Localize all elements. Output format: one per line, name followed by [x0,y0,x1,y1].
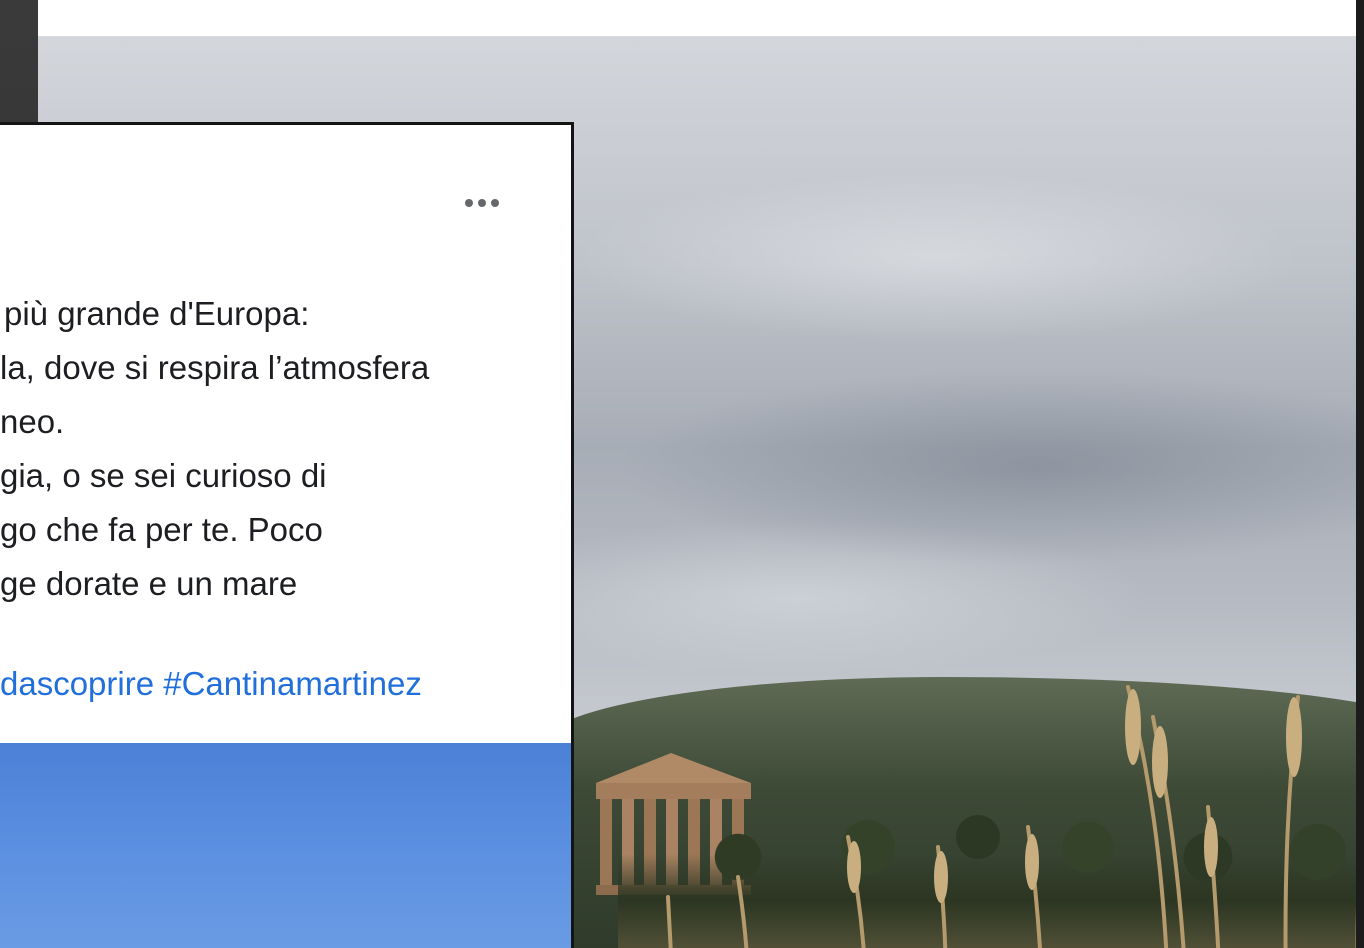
caption-line: neo. [0,403,65,440]
caption-line: ge dorate e un mare [0,565,298,602]
caption-line: go che fa per te. Poco [0,511,323,548]
post-hashtags: dascoprire #Cantinamartinez [0,657,560,711]
caption-line: gia, o se sei curioso di [0,457,327,494]
hashtag-link[interactable]: #Cantinamartinez [163,665,422,702]
screenshot-stage: più grande d'Europa: la, dove si respira… [0,0,1364,948]
more-horizontal-icon [465,199,473,207]
more-dot [478,199,486,207]
caption-line: più grande d'Europa: [4,295,310,332]
post-card-photo[interactable] [0,743,571,948]
more-dot [491,199,499,207]
post-card: più grande d'Europa: la, dove si respira… [0,122,574,948]
post-options-button[interactable] [458,191,506,215]
post-caption: più grande d'Europa: la, dove si respira… [0,287,560,611]
background-post-header [38,0,1356,37]
caption-line: la, dove si respira l’atmosfera [0,349,430,386]
hashtag-link[interactable]: dascoprire [0,665,154,702]
photo-grass [666,685,1356,948]
